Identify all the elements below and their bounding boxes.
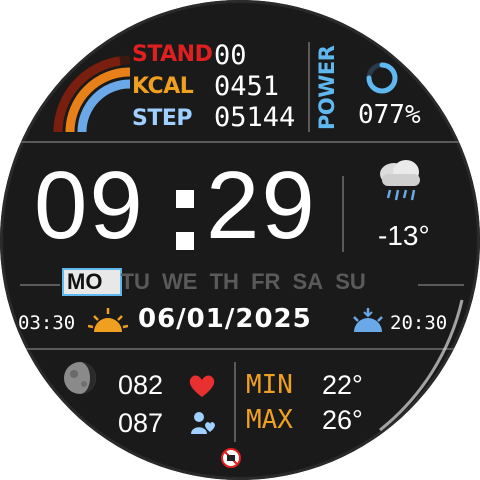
stand-value: 00 — [214, 40, 247, 71]
min-value: 22° — [322, 370, 363, 400]
weekday-th: TH — [209, 269, 239, 294]
step-value: 05144 — [214, 102, 296, 133]
person-heart-icon — [191, 412, 215, 434]
moon-phase-icon — [64, 362, 96, 394]
disconnected-icon — [221, 448, 241, 468]
watch-face: STAND 00 KCAL 0451 STEP 05144 POWER 077%… — [0, 0, 480, 480]
sunrise-time: 03:30 — [18, 312, 76, 334]
time-hours: 09 — [34, 152, 145, 259]
time-colon-top — [176, 190, 194, 208]
divider-bottom — [20, 348, 460, 350]
bottom-divider — [234, 362, 236, 442]
sunset-time: 20:30 — [390, 312, 448, 334]
heart-rate-value: 082 — [118, 370, 164, 400]
second-value: 087 — [118, 408, 164, 438]
time-divider — [342, 176, 344, 252]
weekday-su: SU — [335, 269, 366, 294]
time-minutes: 29 — [206, 152, 317, 259]
kcal-value: 0451 — [214, 71, 280, 102]
battery-percent: 077% — [358, 100, 421, 130]
stand-label: STAND — [132, 42, 213, 67]
date-text: 06/01/2025 — [138, 304, 312, 334]
max-value: 26° — [322, 405, 363, 435]
battery-ring-icon — [366, 62, 398, 94]
weekday-mo: MO — [67, 269, 103, 294]
power-label: POWER — [315, 45, 339, 130]
activity-rings-icon — [53, 55, 130, 132]
top-divider — [308, 42, 310, 132]
weather-temperature: -13° — [378, 220, 430, 251]
weekday-row: MO TU WE TH FR SA SU — [67, 268, 372, 296]
time-colon-bottom — [176, 232, 194, 250]
weekday-tu: TU — [120, 269, 150, 294]
weekday-line-right — [418, 284, 464, 286]
weekday-we: WE — [162, 269, 198, 294]
sunset-icon — [353, 308, 383, 332]
min-label: MIN — [246, 370, 293, 400]
rain-cloud-icon — [380, 160, 420, 201]
step-label: STEP — [132, 106, 193, 131]
weekday-fr: FR — [251, 269, 281, 294]
max-label: MAX — [246, 405, 293, 435]
heart-icon — [189, 375, 215, 397]
sunrise-icon — [88, 308, 128, 332]
weekday-sa: SA — [292, 269, 324, 294]
weekday-line-left — [20, 284, 60, 286]
divider-top — [18, 141, 462, 143]
kcal-label: KCAL — [132, 74, 194, 99]
